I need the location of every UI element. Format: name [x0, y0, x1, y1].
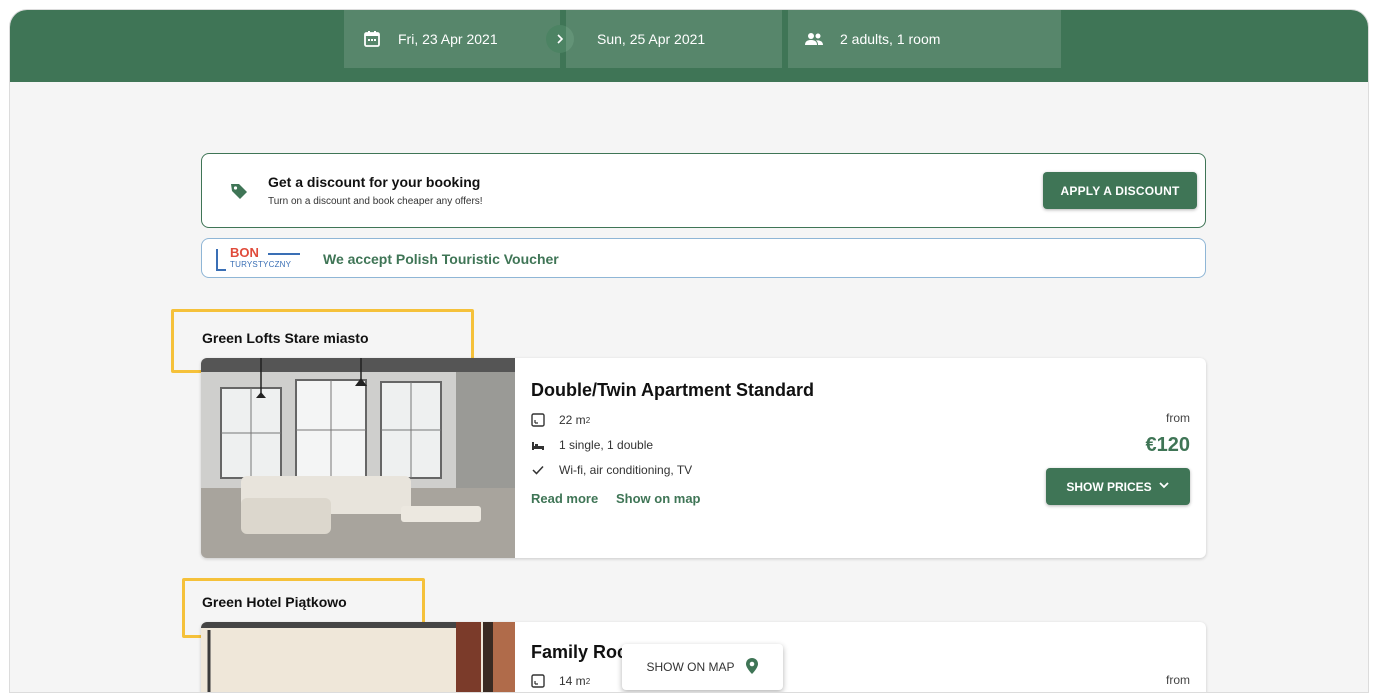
room-beds: 1 single, 1 double — [531, 438, 653, 452]
show-prices-button[interactable]: SHOW PRICES — [1046, 468, 1190, 505]
room-area: 14 m2 — [531, 674, 590, 688]
room-title: Double/Twin Apartment Standard — [531, 380, 815, 400]
checkin-date-field[interactable]: Fri, 23 Apr 2021 — [344, 10, 560, 68]
apply-discount-button[interactable]: APPLY A DISCOUNT — [1043, 172, 1197, 209]
voucher-text: We accept Polish Touristic Voucher — [323, 251, 559, 267]
room-price: €120 — [1145, 434, 1191, 456]
guests-text: 2 adults, 1 room — [840, 31, 941, 47]
floating-show-on-map-button[interactable]: SHOW ON MAP — [622, 644, 783, 690]
area-icon — [531, 413, 545, 427]
room-area: 22 m2 — [531, 413, 590, 427]
read-more-link[interactable]: Read more — [531, 491, 598, 506]
check-icon — [531, 463, 545, 477]
search-bar: Fri, 23 Apr 2021 Sun, 25 Apr 2021 2 adul… — [10, 10, 1368, 82]
room-card: Double/Twin Apartment Standard 22 m2 1 s… — [201, 358, 1206, 558]
room-amenities: Wi-fi, air conditioning, TV — [531, 463, 692, 477]
show-on-map-link[interactable]: Show on map — [616, 491, 701, 506]
bon-turystyczny-logo: BON TURYSTYCZNY — [212, 245, 304, 273]
price-from-label: from — [1166, 673, 1190, 687]
price-from-label: from — [1166, 411, 1190, 425]
voucher-banner: BON TURYSTYCZNY We accept Polish Tourist… — [201, 238, 1206, 278]
room-photo[interactable] — [201, 622, 515, 692]
discount-banner: Get a discount for your booking Turn on … — [201, 153, 1206, 228]
calendar-icon — [362, 29, 382, 49]
area-icon — [531, 674, 545, 688]
room-title: Family Roc — [531, 642, 628, 662]
discount-subtitle: Turn on a discount and book cheaper any … — [268, 196, 483, 207]
room-photo[interactable] — [201, 358, 515, 558]
tag-icon — [228, 180, 250, 202]
people-icon — [804, 29, 824, 49]
discount-title: Get a discount for your booking — [268, 174, 481, 190]
map-pin-icon — [745, 657, 759, 678]
chevron-down-icon — [1158, 479, 1170, 494]
checkout-date-field[interactable]: Sun, 25 Apr 2021 — [566, 10, 782, 68]
checkin-date-text: Fri, 23 Apr 2021 — [398, 31, 498, 47]
checkout-date-text: Sun, 25 Apr 2021 — [597, 31, 706, 47]
bed-icon — [531, 438, 545, 452]
app-frame: Fri, 23 Apr 2021 Sun, 25 Apr 2021 2 adul… — [9, 9, 1369, 693]
guests-field[interactable]: 2 adults, 1 room — [788, 10, 1061, 68]
